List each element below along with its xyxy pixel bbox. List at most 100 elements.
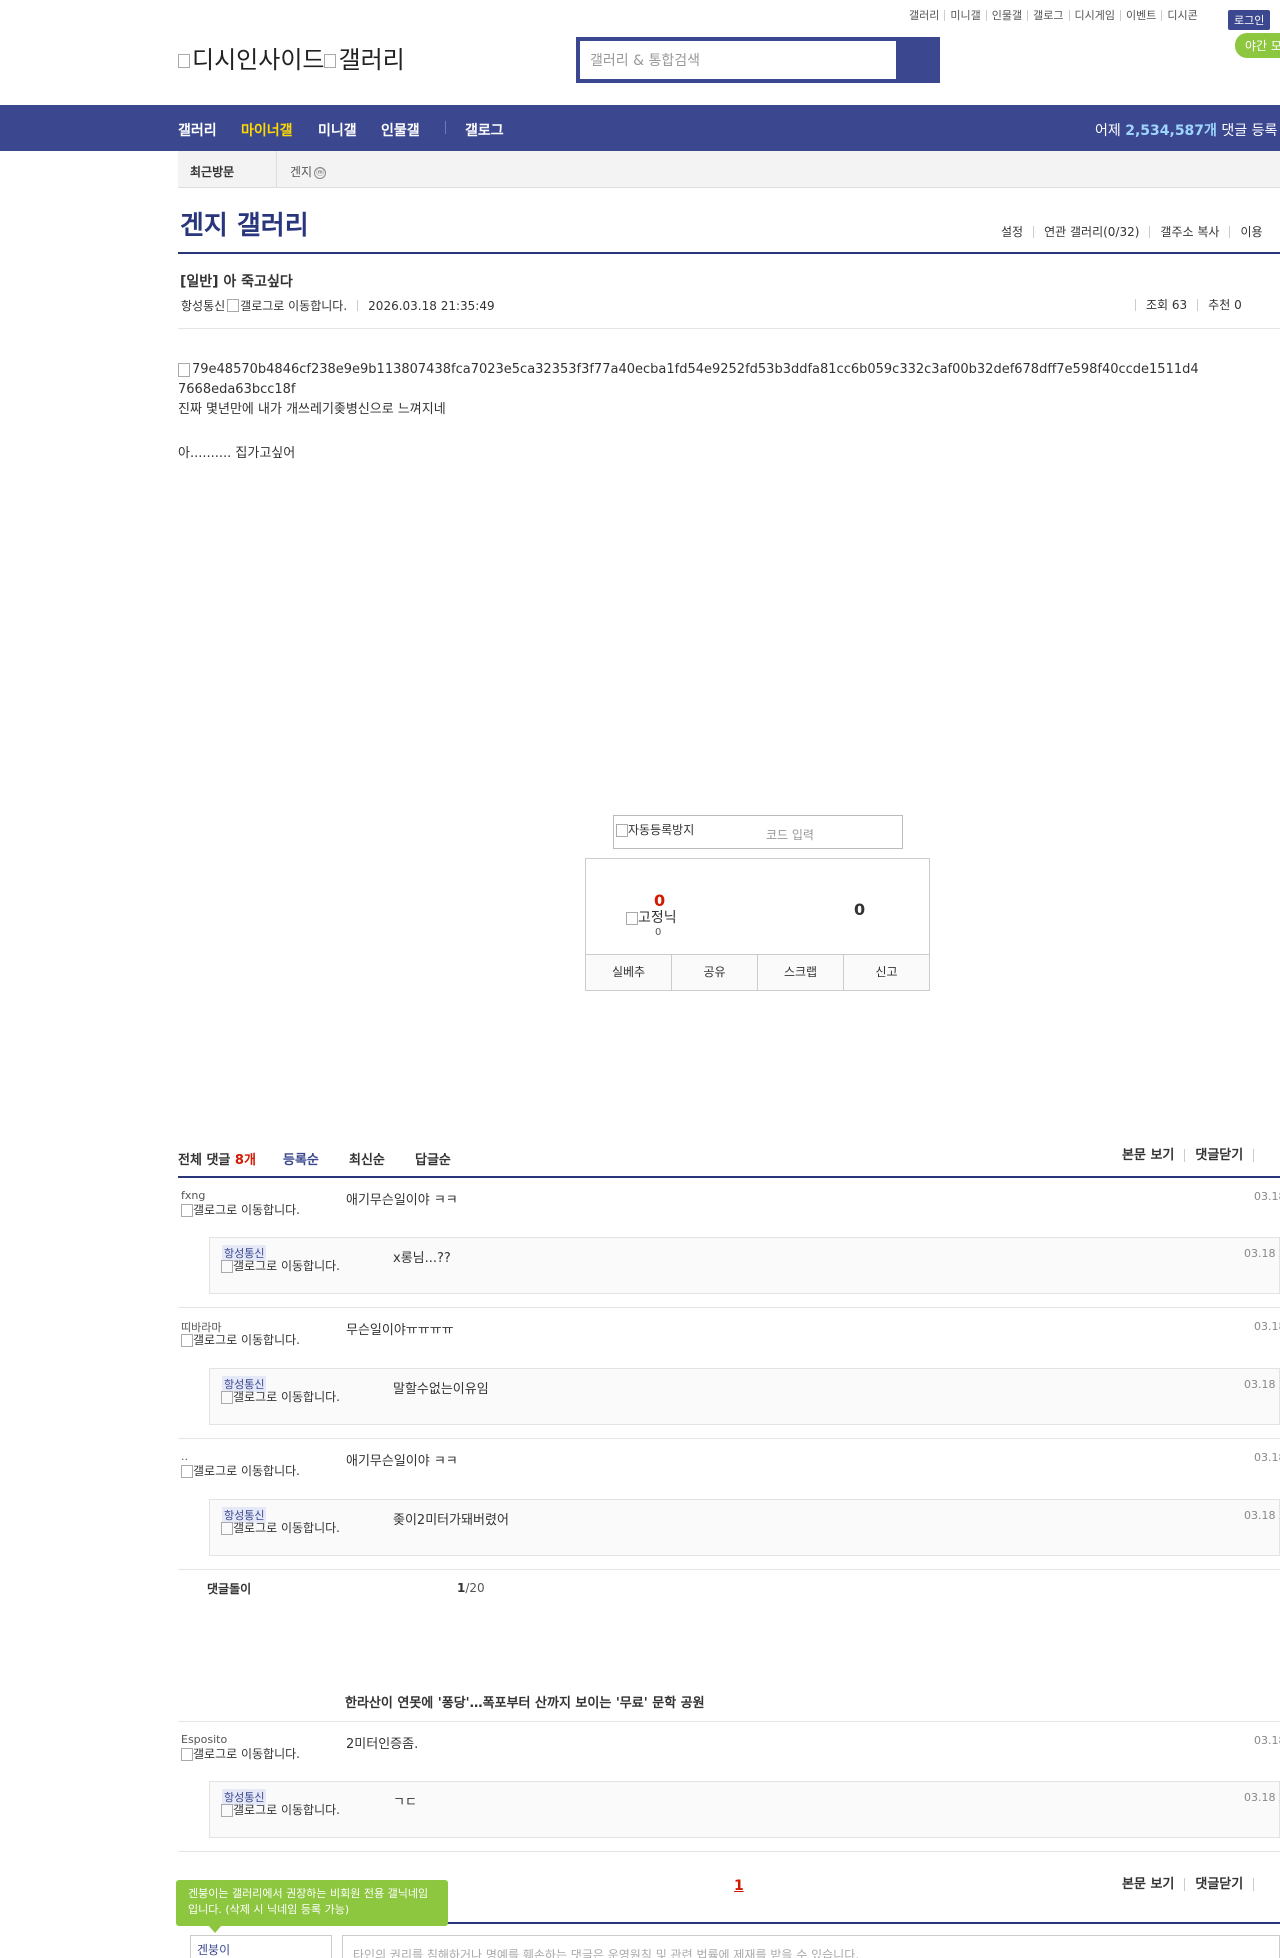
login-button[interactable]: 로그인: [1228, 10, 1271, 30]
comment-text: 2미터인증좀.: [346, 1737, 419, 1752]
night-mode-button[interactable]: 야간 모: [1235, 33, 1280, 58]
comment-nick[interactable]: fxng: [181, 1189, 205, 1202]
extra-option[interactable]: [1253, 1878, 1274, 1891]
topnav-persongall[interactable]: 인물갤: [987, 10, 1029, 21]
nickname-input[interactable]: 겐붕이: [190, 1935, 332, 1958]
comment-text: 애기무슨일이야 ㅋㅋ: [346, 1454, 458, 1469]
recent-visit-bar: 최근방문 겐지 ⓜ: [178, 151, 1280, 188]
comment-bot-label: 댓글돌이: [207, 1582, 252, 1596]
close-comments-link[interactable]: 댓글닫기: [1184, 1149, 1253, 1162]
post-title: [일반] 아 죽고싶다: [180, 274, 293, 290]
top-util-nav: 갤러리 미니갤 인물갤 갤로그 디시게임 이벤트 디시콘: [904, 10, 1203, 21]
view-post-link[interactable]: 본문 보기: [1122, 1878, 1184, 1891]
comment-nick[interactable]: ..: [181, 1450, 188, 1463]
broken-image-icon: [181, 1204, 193, 1217]
post-meta: 항성통신 갤로그로 이동합니다. 2026.03.18 21:35:49: [181, 297, 495, 314]
yesterday-comment-count: 어제 2,534,587개 댓글 등록: [1095, 120, 1277, 140]
reply-gallog-link[interactable]: 갤로그로 이동합니다.: [221, 1260, 351, 1273]
topnav-game[interactable]: 디시게임: [1070, 10, 1121, 21]
post-line-1: 진짜 몇년만에 내가 개쓰레기좆병신으로 느껴지네: [178, 402, 446, 417]
yesterday-suffix: 댓글 등록: [1221, 123, 1278, 139]
search-button[interactable]: [900, 41, 936, 79]
vote-actions: 실베추 공유 스크랩 신고: [586, 954, 929, 990]
comment-divider: [178, 1851, 1280, 1852]
broken-image-icon: [181, 1465, 193, 1478]
comment-bot-pager[interactable]: 1/20: [457, 1581, 485, 1595]
comment-textarea[interactable]: 타인의 권리를 침해하거나 명예를 훼손하는 댓글은 운영원칙 및 관련 법률에…: [342, 1935, 1280, 1958]
broken-image-icon: [178, 362, 190, 377]
broken-image-icon: [221, 1391, 233, 1404]
share-button[interactable]: 공유: [671, 955, 757, 990]
view-post-link[interactable]: 본문 보기: [1122, 1149, 1184, 1162]
comment-gallog-link[interactable]: 갤로그로 이동합니다.: [181, 1204, 311, 1217]
reply-gallog-link[interactable]: 갤로그로 이동합니다.: [221, 1391, 351, 1404]
news-ad-link[interactable]: 한라산이 연못에 '퐁당'…폭포부터 산까지 보이는 '무료' 문학 공원: [345, 1692, 705, 1711]
comment-divider: [178, 1721, 1280, 1722]
comment-gallog-link[interactable]: 갤로그로 이동합니다.: [181, 1748, 311, 1761]
logo-text-dcinside: 디시인사이드: [192, 46, 325, 74]
settings-link[interactable]: 설정: [996, 226, 1033, 238]
comment-gallog-link[interactable]: 갤로그로 이동합니다.: [181, 1334, 311, 1347]
topnav-event[interactable]: 이벤트: [1121, 10, 1163, 21]
recent-gallery-link[interactable]: 겐지 ⓜ: [290, 163, 327, 180]
main-nav: 갤러리 마이너갤 미니갤 인물갤 갤로그 어제 2,534,587개 댓글 등록: [0, 105, 1280, 151]
reply-date: 03.18 2: [1244, 1791, 1280, 1804]
related-gallery-link[interactable]: 연관 갤러리(0/32): [1033, 226, 1149, 238]
reply-box: 항성통신 갤로그로 이동합니다. 좆이2미터가돼버렸어 03.18 2: [209, 1499, 1280, 1556]
topnav-minigall[interactable]: 미니갤: [945, 10, 987, 21]
nav-gallery[interactable]: 갤러리: [178, 120, 217, 140]
topnav-dccon[interactable]: 디시콘: [1162, 10, 1202, 21]
gallog-alt-text: 갤로그로 이동합니다.: [233, 1803, 340, 1817]
report-button[interactable]: 신고: [843, 955, 929, 990]
post-author[interactable]: 항성통신: [181, 297, 225, 314]
comment-view-options-bottom: 본문 보기 댓글닫기: [1122, 1878, 1274, 1891]
gallery-title[interactable]: 겐지 갤러리: [180, 205, 309, 242]
best-recommend-button[interactable]: 실베추: [586, 955, 671, 990]
usage-link[interactable]: 이용: [1229, 226, 1272, 238]
post-gallog-link[interactable]: 갤로그로 이동합니다.: [240, 297, 347, 314]
copy-address-link[interactable]: 갤주소 복사: [1149, 226, 1229, 238]
fixed-nick-alt: 고정닉: [638, 910, 677, 926]
comments-divider: [178, 1176, 1280, 1178]
vote-box: 0 고정닉 0 0 실베추 공유 스크랩 신고: [585, 858, 930, 991]
topnav-gallog[interactable]: 갤로그: [1028, 10, 1070, 21]
fixed-nick-count: 0: [655, 927, 662, 938]
post-views: 조회 63: [1135, 299, 1197, 311]
post-recommend: 추천 0: [1197, 299, 1252, 311]
reply-text: x롱님...??: [393, 1251, 451, 1266]
sort-by-latest[interactable]: 최신순: [349, 1149, 385, 1168]
nav-gallog[interactable]: 갤로그: [465, 120, 504, 140]
broken-image-icon: [221, 1522, 233, 1535]
nav-mini-gallery[interactable]: 미니갤: [318, 120, 357, 140]
comment-divider: [178, 1569, 1280, 1570]
site-logo[interactable]: 디시인사이드 갤러리: [178, 40, 405, 75]
post-date: 2026.03.18 21:35:49: [368, 298, 495, 313]
broken-image-icon: [181, 1334, 193, 1347]
reply-gallog-link[interactable]: 갤로그로 이동합니다.: [221, 1522, 351, 1535]
close-comments-link[interactable]: 댓글닫기: [1184, 1878, 1253, 1891]
logo-text-gallery: 갤러리: [338, 46, 405, 74]
comment-gallog-link[interactable]: 갤로그로 이동합니다.: [181, 1465, 311, 1478]
scrap-button[interactable]: 스크랩: [757, 955, 843, 990]
comment-date: 03.18: [1254, 1320, 1280, 1333]
comment-page-1[interactable]: 1: [734, 1878, 744, 1894]
gallog-alt-text: 갤로그로 이동합니다.: [233, 1259, 340, 1273]
broken-image-icon: [626, 911, 638, 925]
header-divider: [178, 328, 1280, 329]
captcha-image: 자동등록방지: [616, 821, 694, 838]
downvote-count[interactable]: 0: [854, 900, 865, 919]
search-input[interactable]: 갤러리 & 통합검색: [580, 41, 896, 79]
extra-option[interactable]: [1253, 1149, 1274, 1162]
comment-divider: [178, 1307, 1280, 1308]
reply-gallog-link[interactable]: 갤로그로 이동합니다.: [221, 1804, 351, 1817]
recent-gallery-name: 겐지: [290, 165, 313, 179]
sort-by-register[interactable]: 등록순: [283, 1149, 319, 1168]
sort-by-replies[interactable]: 답글순: [415, 1149, 451, 1168]
nav-minor-gallery[interactable]: 마이너갤: [241, 120, 293, 140]
meta-divider: [357, 300, 359, 311]
nav-person-gallery[interactable]: 인물갤: [381, 120, 420, 140]
comment-nick[interactable]: Esposito: [181, 1733, 227, 1746]
topnav-gallery[interactable]: 갤러리: [904, 10, 946, 21]
captcha-input[interactable]: 코드 입력: [766, 826, 814, 843]
captcha-box: 자동등록방지 코드 입력: [613, 815, 903, 849]
